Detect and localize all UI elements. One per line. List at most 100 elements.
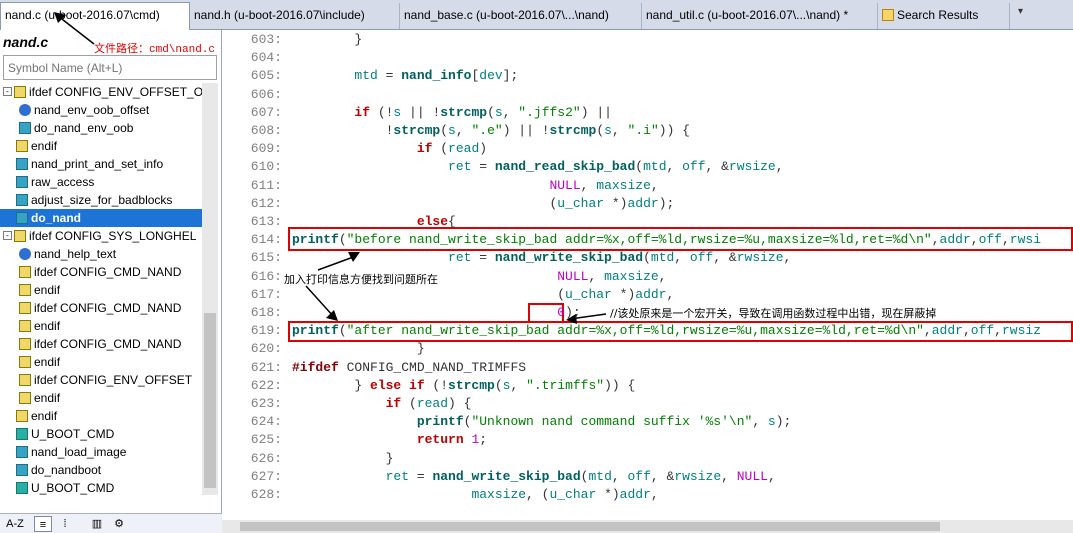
preprocessor-icon xyxy=(19,283,31,296)
tab-nand-util-c[interactable]: nand_util.c (u-boot-2016.07\...\nand) * xyxy=(642,3,878,29)
code-line[interactable]: 610: ret = nand_read_skip_bad(mtd, off, … xyxy=(222,158,784,176)
code-token: ret xyxy=(292,250,472,266)
code-line[interactable]: 608: !strcmp(s, ".e") || !strcmp(s, ".i"… xyxy=(222,122,690,140)
code-token: = xyxy=(471,250,495,266)
editor-hscrollbar[interactable] xyxy=(222,520,1073,533)
tab-search-results[interactable]: Search Results xyxy=(878,3,1010,29)
gear-icon[interactable]: ⚙ xyxy=(110,516,128,532)
tree-item-label: nand_help_text xyxy=(34,247,117,261)
tree-item[interactable]: do_nand_env_oob xyxy=(0,119,202,137)
tree-item-label: nand_load_image xyxy=(31,445,127,459)
tree-item[interactable]: - ifdef CONFIG_SYS_LONGHEL xyxy=(0,227,202,245)
list-view-button[interactable]: ≡ xyxy=(34,516,52,532)
code-token: 0 xyxy=(557,305,566,320)
category-view-button[interactable]: ⁞ xyxy=(56,516,74,532)
tree-item[interactable]: endif xyxy=(0,137,202,155)
symbol-name-input[interactable] xyxy=(3,55,217,80)
tree-item-label: nand_print_and_set_info xyxy=(31,157,164,171)
tree-item[interactable]: ifdef CONFIG_CMD_NAND xyxy=(0,335,202,353)
function-icon xyxy=(16,463,28,476)
code-line[interactable]: 619: printf("after nand_write_skip_bad ad… xyxy=(222,322,1041,340)
code-token: ( xyxy=(292,286,566,302)
sort-az-button[interactable]: A-Z xyxy=(6,516,24,532)
tree-item[interactable]: endif xyxy=(0,353,202,371)
tree-item[interactable]: nand_print_and_set_info xyxy=(0,155,202,173)
collapse-icon[interactable]: - xyxy=(3,231,12,241)
tree-item[interactable]: U_BOOT_CMD xyxy=(0,479,202,495)
code-token: if xyxy=(292,104,371,120)
code-line[interactable]: 609: if (read) xyxy=(222,140,487,158)
code-token: , xyxy=(455,123,472,138)
code-line[interactable]: 625: return 1; xyxy=(222,431,487,449)
code-text: (u_char *)addr, xyxy=(286,286,674,304)
code-token: printf xyxy=(292,232,339,248)
tree-item[interactable]: - ifdef CONFIG_ENV_OFFSET_O xyxy=(0,83,202,101)
code-line[interactable]: 618: 0); xyxy=(222,304,581,322)
code-token: ) || xyxy=(580,104,612,120)
code-line[interactable]: 620: } xyxy=(222,340,425,358)
code-line[interactable]: 617: (u_char *)addr, xyxy=(222,286,675,304)
code-token: printf xyxy=(292,323,339,339)
tab-nand-h[interactable]: nand.h (u-boot-2016.07\include) xyxy=(190,3,400,29)
tree-item[interactable]: endif xyxy=(0,281,202,299)
code-line[interactable]: 613: else{ xyxy=(222,213,456,231)
code-line[interactable]: 628: maxsize, (u_char *)addr, xyxy=(222,486,659,504)
function-icon xyxy=(19,121,31,134)
preprocessor-icon xyxy=(16,409,28,422)
tree-item[interactable]: nand_load_image xyxy=(0,443,202,461)
code-line[interactable]: 615: ret = nand_write_skip_bad(mtd, off,… xyxy=(222,249,792,267)
tree-item[interactable]: adjust_size_for_badblocks xyxy=(0,191,202,209)
tree-item[interactable]: ifdef CONFIG_ENV_OFFSET xyxy=(0,371,202,389)
code-token: ( xyxy=(292,195,558,211)
tree-item[interactable]: endif xyxy=(0,317,202,335)
code-editor[interactable]: 加入打印信息方便找到问题所在 //该处原来是一个宏开关，导致在调用函数过程中出错… xyxy=(222,30,1073,533)
code-line[interactable]: 621: #ifdef CONFIG_CMD_NAND_TRIMFFS xyxy=(222,359,526,377)
code-line[interactable]: 603: } xyxy=(222,31,362,49)
code-line[interactable]: 626: } xyxy=(222,450,394,468)
tree-item[interactable]: do_nand xyxy=(0,209,202,227)
code-token: ".i" xyxy=(627,123,659,138)
tab-dropdown-icon[interactable]: ▾ xyxy=(1018,6,1031,17)
tree-item[interactable]: U_BOOT_CMD xyxy=(0,425,202,443)
tree-scrollbar[interactable] xyxy=(202,83,218,495)
code-token: NULL xyxy=(292,268,589,284)
tree-item[interactable]: nand_env_oob_offset xyxy=(0,101,202,119)
tree-item[interactable]: do_nandboot xyxy=(0,461,202,479)
code-line[interactable]: 616: NULL, maxsize, xyxy=(222,268,667,286)
tree-item[interactable]: ifdef CONFIG_CMD_NAND xyxy=(0,263,202,281)
code-token: "Unknown nand command suffix '%s'\n" xyxy=(471,414,753,430)
tab-nand-base-c[interactable]: nand_base.c (u-boot-2016.07\...\nand) xyxy=(400,3,642,29)
code-line[interactable]: 623: if (read) { xyxy=(222,395,472,413)
code-line[interactable]: 622: } else if (!strcmp(s, ".trimffs")) … xyxy=(222,377,636,395)
code-line[interactable]: 627: ret = nand_write_skip_bad(mtd, off,… xyxy=(222,468,776,486)
editor-hscroll-thumb[interactable] xyxy=(240,522,940,531)
tree-item[interactable]: endif xyxy=(0,389,202,407)
tree-item[interactable]: nand_help_text xyxy=(0,245,202,263)
tab-bar: nand.c (u-boot-2016.07\cmd) nand.h (u-bo… xyxy=(0,0,1073,30)
tree-item-label: endif xyxy=(34,355,61,369)
code-token: off xyxy=(970,323,995,339)
code-token: addr xyxy=(635,286,667,302)
code-line[interactable]: 605: mtd = nand_info[dev]; xyxy=(222,67,519,85)
code-line[interactable]: 611: NULL, maxsize, xyxy=(222,177,659,195)
code-line[interactable]: 614: printf("before nand_write_skip_bad a… xyxy=(222,231,1041,249)
code-line[interactable]: 604: xyxy=(222,49,292,67)
code-token: nand_write_skip_bad xyxy=(494,250,644,266)
tree-item[interactable]: ifdef CONFIG_CMD_NAND xyxy=(0,299,202,317)
tree-scroll-thumb[interactable] xyxy=(204,313,216,488)
code-line[interactable]: 612: (u_char *)addr); xyxy=(222,195,675,213)
tree-item-label: ifdef CONFIG_CMD_NAND xyxy=(34,337,182,351)
line-number: 620: xyxy=(250,341,282,357)
code-token: , xyxy=(650,177,659,193)
book-icon[interactable]: ▥ xyxy=(88,516,106,532)
line-number: 610: xyxy=(250,159,282,175)
code-text: } xyxy=(286,31,362,49)
collapse-icon[interactable]: - xyxy=(3,87,12,97)
code-token: , xyxy=(650,487,659,502)
code-line[interactable]: 624: printf("Unknown nand command suffix… xyxy=(222,413,792,431)
tree-item-label: raw_access xyxy=(31,175,95,189)
code-line[interactable]: 607: if (!s || !strcmp(s, ".jffs2") || xyxy=(222,104,612,122)
tree-item[interactable]: raw_access xyxy=(0,173,202,191)
tree-item[interactable]: endif xyxy=(0,407,202,425)
code-line[interactable]: 606: xyxy=(222,86,292,104)
